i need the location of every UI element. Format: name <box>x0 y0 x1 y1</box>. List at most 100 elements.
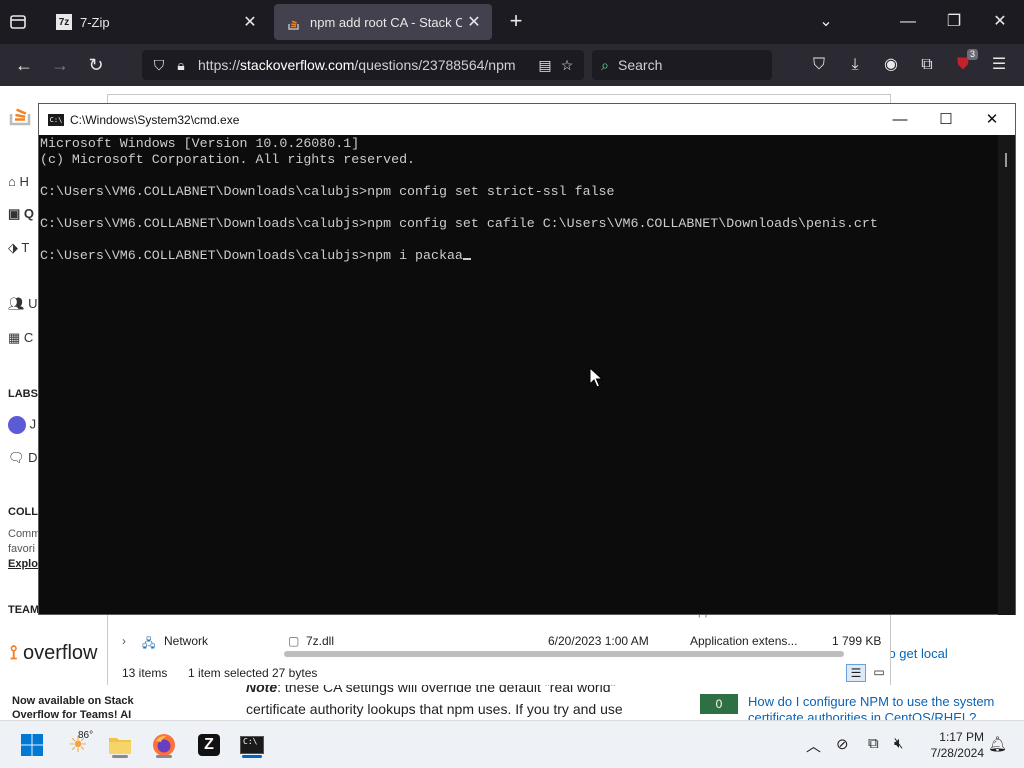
start-windows-icon[interactable] <box>16 729 48 761</box>
ublock-extension-icon[interactable]: ⛊ 3 <box>950 49 978 78</box>
tree-item-network[interactable]: Network <box>164 634 208 648</box>
notification-bell-icon[interactable]: 🔔︎ <box>988 735 1007 753</box>
tab-list-icon[interactable] <box>8 12 30 32</box>
mouse-pointer-icon <box>589 367 603 388</box>
current-command[interactable]: C:\Users\VM6.COLLABNET\Downloads\calubjs… <box>40 248 463 263</box>
7zip-favicon-icon: 7z <box>56 14 72 30</box>
search-input[interactable]: ⌕ Search <box>592 50 772 80</box>
status-item-count: 13 items <box>122 666 168 680</box>
console-line: C:\Users\VM6.COLLABNET\Downloads\calubjs… <box>40 216 878 231</box>
close-tab-icon[interactable]: ✕ <box>462 12 486 32</box>
cmd-app-icon: C:\ <box>240 736 264 754</box>
related-answer-count: 0 <box>700 694 738 714</box>
cmd-title-bar[interactable]: C:\ C:\Windows\System32\cmd.exe — ☐ ✕ <box>39 104 1015 135</box>
new-tab-button[interactable]: + <box>504 10 528 34</box>
labs-heading: LABS <box>8 388 38 400</box>
so-nav-companies[interactable]: ▦ C <box>8 330 33 346</box>
back-arrow-icon[interactable]: ← <box>10 52 38 78</box>
account-icon[interactable]: ◉ <box>878 52 904 78</box>
clock-time: 1:17 PM <box>939 730 984 744</box>
file-explorer-taskbar-icon[interactable] <box>104 729 136 761</box>
explore-collectives-link[interactable]: Explo <box>8 558 38 570</box>
running-indicator <box>112 755 128 758</box>
status-bytes: 27 bytes <box>272 666 318 680</box>
taskbar: ☀︎ 86° Z C:\ ︿ ⊘ ⧉ 🔇︎ 1:17 PM 7/28/2024 … <box>0 720 1024 768</box>
console-output[interactable]: Microsoft Windows [Version 10.0.26080.1]… <box>39 135 999 615</box>
dll-file-icon: ▢ <box>288 634 300 648</box>
so-nav-tags[interactable]: ⬗ T <box>8 240 29 256</box>
file-name[interactable]: 7z.dll <box>306 634 334 648</box>
expand-chevron-icon[interactable]: › <box>122 634 126 648</box>
console-line: Microsoft Windows [Version 10.0.26080.1] <box>40 136 360 151</box>
cmd-title: C:\Windows\System32\cmd.exe <box>70 112 240 127</box>
extensions-puzzle-icon[interactable]: ⧉ <box>914 52 940 78</box>
network-icon: 🖧 <box>142 636 156 650</box>
maximize-icon[interactable]: ☐ <box>923 104 969 135</box>
teams-heading: TEAM <box>8 604 40 616</box>
details-view-icon[interactable]: ☰ <box>846 664 866 682</box>
horizontal-scrollbar[interactable] <box>284 651 844 657</box>
lock-icon[interactable]: 🔒︎ <box>170 57 192 74</box>
stackoverflow-logo-icon[interactable] <box>8 96 34 126</box>
tracking-shield-icon[interactable]: ⛉ <box>148 57 170 74</box>
address-bar[interactable]: ⛉ 🔒︎ https://stackoverflow.com/questions… <box>142 50 584 80</box>
reader-view-icon[interactable]: ▤ <box>534 57 556 74</box>
firefox-taskbar-icon[interactable] <box>148 729 180 761</box>
so-nav-home[interactable]: ⌂ H <box>8 174 29 189</box>
system-clock[interactable]: 1:17 PM 7/28/2024 <box>918 729 984 761</box>
bookmark-star-icon[interactable]: ☆ <box>556 57 578 74</box>
scrollbar-thumb[interactable] <box>1005 153 1007 167</box>
cmd-window: C:\ C:\Windows\System32\cmd.exe — ☐ ✕ Mi… <box>38 103 1016 615</box>
hamburger-menu-icon[interactable]: ☰ <box>986 52 1012 78</box>
running-indicator <box>156 755 172 758</box>
close-window-icon[interactable]: ✕ <box>969 104 1015 135</box>
labs-ai-icon <box>8 416 26 434</box>
status-selected: 1 item selected <box>188 666 269 680</box>
so-nav-discussions[interactable]: 🗨︎ D <box>8 450 38 466</box>
display-icon[interactable]: ⧉ <box>868 735 879 752</box>
teams-available-text: Now available on Stack Overflow for Team… <box>12 695 134 721</box>
text-cursor <box>462 258 471 260</box>
console-line: (c) Microsoft Corporation. All rights re… <box>40 152 416 167</box>
weather-temperature: 86° <box>78 730 94 741</box>
reload-icon[interactable]: ↻ <box>82 52 110 78</box>
list-all-tabs-icon[interactable]: ⌄ <box>814 10 838 34</box>
url-text[interactable]: https://stackoverflow.com/questions/2378… <box>192 57 534 73</box>
zed-taskbar-icon[interactable]: Z <box>193 729 225 761</box>
browser-nav-bar: ← → ↻ ⛉ 🔒︎ https://stackoverflow.com/que… <box>0 44 1024 86</box>
collectives-text: favori <box>8 543 35 555</box>
so-nav-users[interactable]: 👥︎ U <box>8 296 38 312</box>
show-hidden-icons-chevron-icon[interactable]: ︿ <box>806 735 821 756</box>
browser-tab-bar: 7z 7-Zip ✕ npm add root CA - Stack Overf… <box>0 0 1024 44</box>
restore-icon[interactable]: ❐ <box>942 10 966 34</box>
minimize-icon[interactable]: — <box>877 104 923 135</box>
downloads-icon[interactable]: ⤓ <box>842 52 868 78</box>
status-bar: 13 items 1 item selected 27 bytes ☰ ▭ <box>108 661 890 685</box>
console-input-line[interactable]: C:\Users\VM6.COLLABNET\Downloads\calubjs… <box>40 248 999 264</box>
clock-date: 7/28/2024 <box>930 746 984 760</box>
console-line: C:\Users\VM6.COLLABNET\Downloads\calubjs… <box>40 184 615 199</box>
stackoverflow-teams-logo[interactable]: ⟟ overflow <box>10 642 98 665</box>
vertical-scrollbar[interactable] <box>998 135 1015 615</box>
so-nav-questions[interactable]: ▣ Q <box>8 206 34 222</box>
pocket-icon[interactable]: ⛉ <box>806 52 832 78</box>
z-app-icon: Z <box>198 734 220 756</box>
forward-arrow-icon[interactable]: → <box>46 52 74 78</box>
volume-muted-icon[interactable]: 🔇︎ <box>894 735 903 752</box>
file-row[interactable]: › 🖧 Network ▢ 7z.dll 6/20/2023 1:00 AM A… <box>108 629 890 653</box>
minimize-icon[interactable]: — <box>896 10 920 34</box>
tab-title: npm add root CA - Stack Overfl <box>310 14 462 30</box>
terminal-taskbar-icon[interactable]: C:\ <box>236 729 268 761</box>
so-nav-jobs[interactable]: J <box>8 416 36 434</box>
close-window-icon[interactable]: ✕ <box>988 10 1012 34</box>
stackoverflow-favicon-icon <box>286 14 302 30</box>
tiles-view-icon[interactable]: ▭ <box>870 664 888 682</box>
tab-stackoverflow[interactable]: npm add root CA - Stack Overfl ✕ <box>274 4 492 40</box>
network-disconnected-icon[interactable]: ⊘ <box>836 735 849 753</box>
file-size: 1 799 KB <box>832 634 882 648</box>
collectives-text: Comm <box>8 528 41 540</box>
close-tab-icon[interactable]: ✕ <box>238 12 262 32</box>
tab-7zip[interactable]: 7z 7-Zip ✕ <box>44 4 268 40</box>
